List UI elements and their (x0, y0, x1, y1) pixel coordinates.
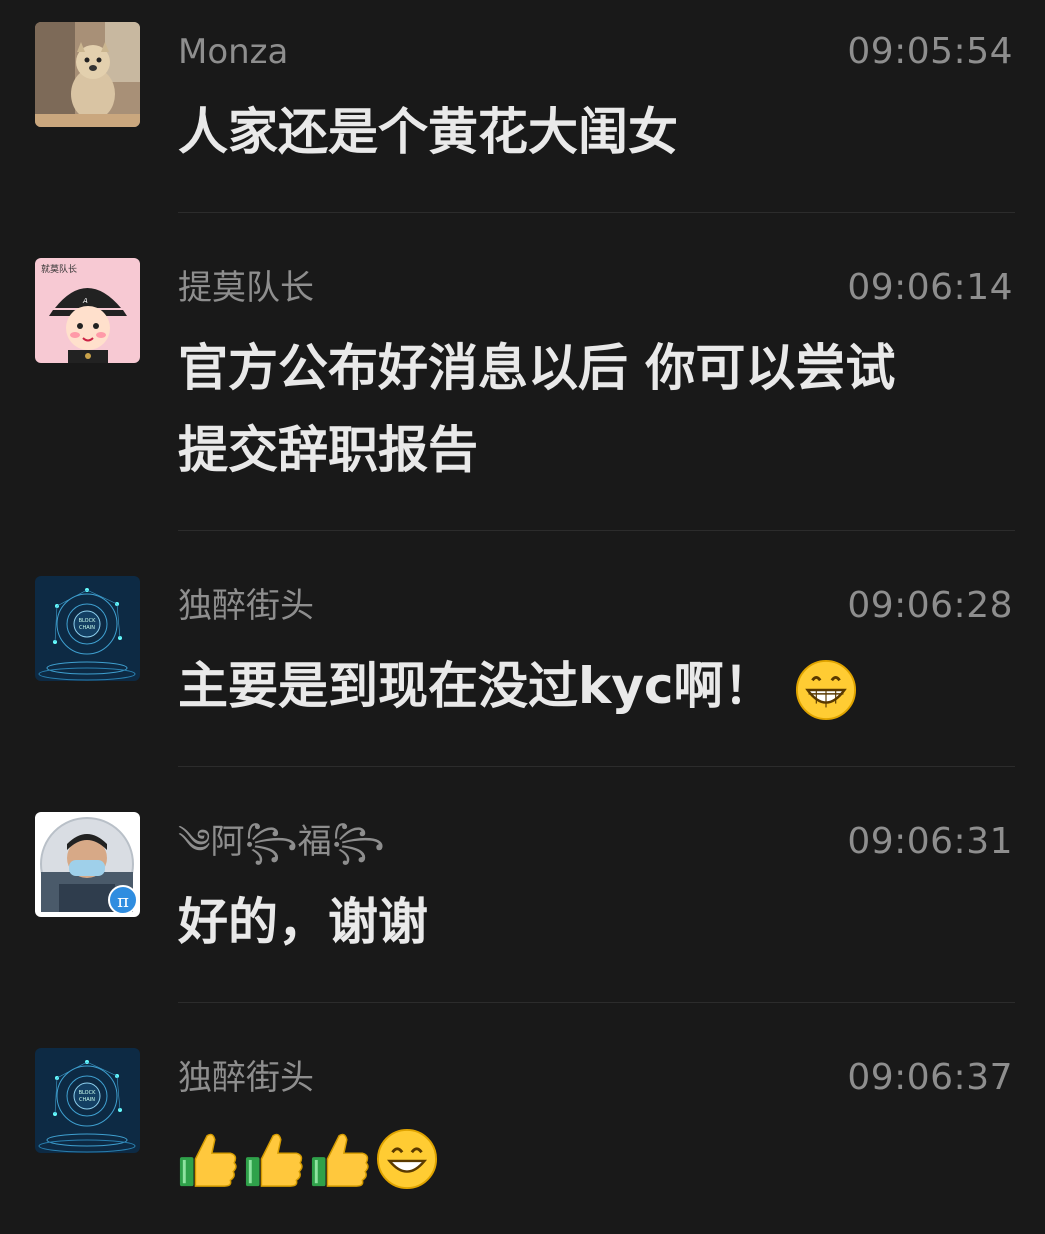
message-time: 09:05:54 (847, 31, 1013, 72)
message-text[interactable]: 好的，谢谢 (178, 882, 1008, 962)
svg-text:A: A (82, 297, 88, 305)
blockchain-avatar-icon: BLOCK CHAIN (35, 1048, 140, 1153)
thumbs-up-icon (244, 1128, 306, 1190)
avatar[interactable]: BLOCK CHAIN (35, 576, 140, 681)
sender-name[interactable]: 提莫队长 (178, 268, 314, 308)
avatar[interactable]: 就莫队长 A (35, 258, 140, 363)
avatar-label: BLOCK (79, 618, 96, 624)
emoji-message[interactable] (178, 1128, 438, 1190)
avatar-label: CHAIN (79, 625, 95, 631)
pi-badge: π (117, 891, 129, 912)
sender-name[interactable]: 独醉街头 (178, 586, 314, 626)
chat-message-list: Monza 09:05:54 人家还是个黄花大闺女 就莫队长 A 提莫队长 09… (0, 0, 1045, 1234)
thumbs-up-icon (178, 1128, 240, 1190)
sender-name[interactable]: Monza (178, 32, 288, 72)
message-text: 主要是到现在没过kyc啊！ (178, 657, 774, 715)
message-text-row[interactable]: 主要是到现在没过kyc啊！ (178, 646, 1008, 726)
grinning-face-icon (795, 659, 857, 721)
message-time: 09:06:14 (847, 267, 1013, 308)
message-time: 09:06:31 (847, 821, 1013, 862)
message-text[interactable]: 提交辞职报告 (178, 410, 1008, 490)
dog-photo-avatar-icon (35, 22, 140, 127)
divider (178, 212, 1015, 213)
avatar-label: 就莫队长 (41, 263, 77, 275)
thumbs-up-icon (310, 1128, 372, 1190)
message-text[interactable]: 官方公布好消息以后 你可以尝试 (178, 328, 1008, 408)
smiling-face-icon (376, 1128, 438, 1190)
divider (178, 1002, 1015, 1003)
message-time: 09:06:37 (847, 1057, 1013, 1098)
avatar[interactable] (35, 22, 140, 127)
blockchain-avatar-icon: BLOCK CHAIN (35, 576, 140, 681)
message-text[interactable]: 人家还是个黄花大闺女 (178, 92, 1008, 172)
message-time: 09:06:28 (847, 585, 1013, 626)
avatar[interactable]: BLOCK CHAIN (35, 1048, 140, 1153)
divider (178, 766, 1015, 767)
avatar[interactable]: π (35, 812, 140, 917)
sender-name[interactable]: ༄阿꧂福꧂ (178, 822, 385, 862)
divider (178, 530, 1015, 531)
avatar-label: CHAIN (79, 1097, 95, 1103)
masked-man-avatar-icon: π (35, 812, 140, 917)
sender-name[interactable]: 独醉街头 (178, 1058, 314, 1098)
avatar-label: BLOCK (79, 1090, 96, 1096)
cartoon-boy-avatar-icon: 就莫队长 A (35, 258, 140, 363)
